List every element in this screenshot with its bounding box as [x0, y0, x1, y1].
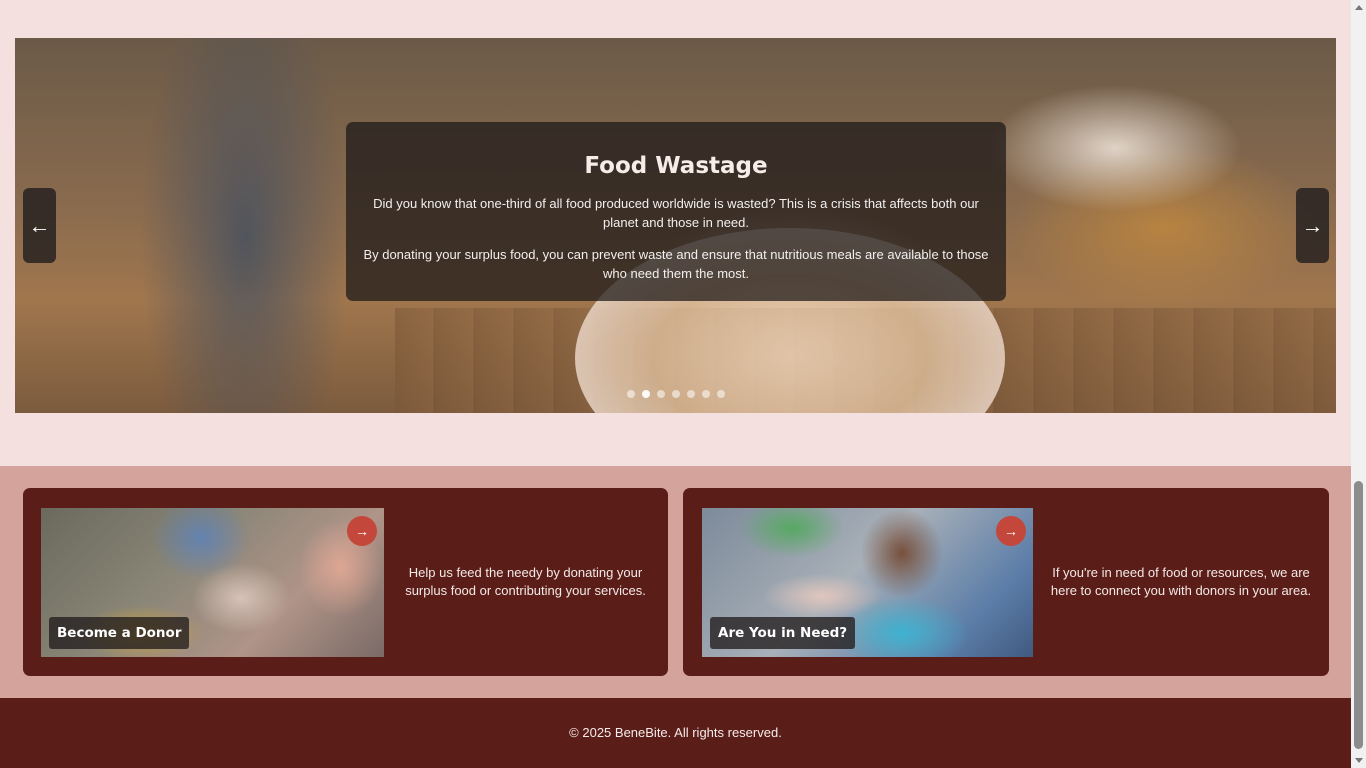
action-cards-section: Become a Donor → Help us feed the needy …: [0, 466, 1351, 698]
need-card-description-wrap: If you're in need of food or resources, …: [1041, 488, 1321, 676]
carousel-dot-3[interactable]: [657, 390, 665, 398]
carousel-dot-1[interactable]: [627, 390, 635, 398]
scrollbar-thumb[interactable]: [1354, 481, 1363, 749]
carousel-dot-5[interactable]: [687, 390, 695, 398]
need-card: Are You in Need? → If you're in need of …: [683, 488, 1329, 676]
arrow-left-icon: ←: [28, 213, 51, 238]
need-card-title[interactable]: Are You in Need?: [710, 617, 856, 649]
donor-card-title[interactable]: Become a Donor: [49, 617, 190, 649]
need-card-image[interactable]: Are You in Need? →: [702, 508, 1033, 657]
carousel-paragraph-2: By donating your surplus food, you can p…: [363, 247, 989, 281]
carousel-indicators: [627, 390, 725, 400]
carousel-dot-6[interactable]: [702, 390, 710, 398]
carousel-dot-2[interactable]: [642, 390, 650, 398]
arrow-right-icon: →: [355, 523, 369, 539]
donor-card-arrow-button[interactable]: →: [347, 516, 377, 546]
carousel-prev-button[interactable]: ←: [23, 188, 56, 263]
carousel-dot-7[interactable]: [717, 390, 725, 398]
scroll-down-icon[interactable]: [1355, 758, 1363, 763]
page-scrollbar[interactable]: [1351, 0, 1366, 768]
donor-card: Become a Donor → Help us feed the needy …: [23, 488, 668, 676]
donor-card-image[interactable]: Become a Donor →: [41, 508, 384, 657]
carousel-caption: Food Wastage Did you know that one-third…: [346, 122, 1006, 301]
footer-copyright: © 2025 BeneBite. All rights reserved.: [569, 725, 782, 740]
carousel-paragraph-1: Did you know that one-third of all food …: [373, 196, 979, 230]
arrow-right-icon: →: [1004, 523, 1018, 539]
footer: © 2025 BeneBite. All rights reserved.: [0, 698, 1351, 768]
need-card-arrow-button[interactable]: →: [996, 516, 1026, 546]
need-card-description: If you're in need of food or resources, …: [1050, 565, 1312, 598]
donor-card-description-wrap: Help us feed the needy by donating your …: [393, 488, 658, 676]
carousel-dot-4[interactable]: [672, 390, 680, 398]
carousel-next-button[interactable]: →: [1296, 188, 1329, 263]
hero-carousel: Food Wastage Did you know that one-third…: [15, 38, 1336, 413]
donor-card-description: Help us feed the needy by donating your …: [405, 565, 646, 598]
page: Food Wastage Did you know that one-third…: [0, 0, 1351, 768]
carousel-title: Food Wastage: [584, 153, 768, 179]
scroll-up-icon[interactable]: [1355, 5, 1363, 10]
arrow-right-icon: →: [1301, 213, 1324, 238]
